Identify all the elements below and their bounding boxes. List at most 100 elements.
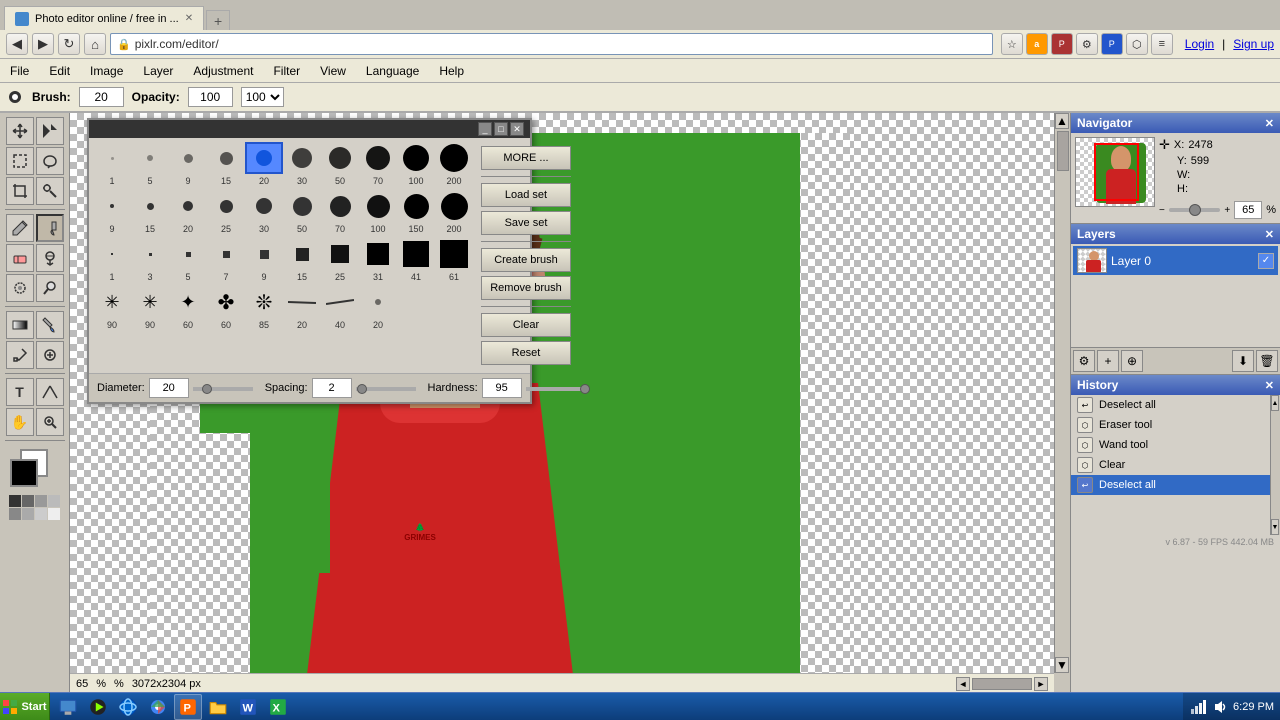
- history-scroll-up[interactable]: ▲: [1271, 395, 1279, 411]
- create-brush-button[interactable]: Create brush: [481, 248, 571, 272]
- brush-popup-maximize[interactable]: □: [494, 122, 508, 136]
- forward-button[interactable]: ▶: [32, 33, 54, 55]
- brush-popup-close[interactable]: ✕: [510, 122, 524, 136]
- history-item-clear[interactable]: ⬡ Clear: [1071, 455, 1280, 475]
- history-item-wand[interactable]: ⬡ Wand tool: [1071, 435, 1280, 455]
- brush-cell-hard-200[interactable]: [435, 190, 473, 222]
- menu-edit[interactable]: Edit: [39, 62, 80, 80]
- brush-cell-5[interactable]: [131, 142, 169, 174]
- brush-cell-hard-9[interactable]: [93, 190, 131, 222]
- tab-close-button[interactable]: ✕: [185, 13, 193, 24]
- brush-cell-hard-20[interactable]: [169, 190, 207, 222]
- brush-button[interactable]: [36, 214, 64, 242]
- brush-cell-15[interactable]: [207, 142, 245, 174]
- menu-language[interactable]: Language: [356, 62, 429, 80]
- spacing-input[interactable]: [312, 378, 352, 398]
- brush-cell-hard-100[interactable]: [359, 190, 397, 222]
- taskbar-pixlr-active[interactable]: P: [174, 694, 202, 720]
- brush-popup-minimize[interactable]: _: [478, 122, 492, 136]
- menu-adjustment[interactable]: Adjustment: [183, 62, 263, 80]
- taskbar-chrome[interactable]: [144, 694, 172, 720]
- brush-cell-star1[interactable]: ✳: [93, 286, 131, 318]
- zoom-tool-button[interactable]: [36, 408, 64, 436]
- eraser-button[interactable]: [6, 244, 34, 272]
- tray-volume-icon[interactable]: [1211, 698, 1229, 716]
- tray-time[interactable]: 6:29 PM: [1233, 701, 1274, 713]
- menu-layer[interactable]: Layer: [133, 62, 183, 80]
- ext4-button[interactable]: ⬡: [1126, 33, 1148, 55]
- brush-cell-sq-7[interactable]: [207, 238, 245, 270]
- layer-settings-button[interactable]: ⚙: [1073, 350, 1095, 372]
- vertical-scrollbar[interactable]: ▲ ▼: [1054, 113, 1070, 673]
- gradient-button[interactable]: [6, 311, 34, 339]
- taskbar-ie[interactable]: [114, 694, 142, 720]
- brush-size-input[interactable]: 20: [79, 87, 124, 107]
- brush-cell-hard-70[interactable]: [321, 190, 359, 222]
- wand-button[interactable]: [36, 177, 64, 205]
- brush-cell-50[interactable]: [321, 142, 359, 174]
- heal-button[interactable]: [36, 341, 64, 369]
- zoom-plus[interactable]: +: [1224, 205, 1230, 216]
- load-set-button[interactable]: Load set: [481, 183, 571, 207]
- pattern-cell[interactable]: [35, 508, 47, 520]
- menu-help[interactable]: Help: [429, 62, 474, 80]
- brush-cell-sq-61[interactable]: [435, 238, 473, 270]
- clone-stamp-button[interactable]: [36, 244, 64, 272]
- opacity-input[interactable]: [188, 87, 233, 107]
- diameter-slider-thumb[interactable]: [202, 384, 212, 394]
- brush-cell-sq-41[interactable]: [397, 238, 435, 270]
- brush-cell-star2[interactable]: ✳: [131, 286, 169, 318]
- brush-cell-line2[interactable]: [321, 286, 359, 318]
- brush-cell-sq-15[interactable]: [283, 238, 321, 270]
- more-button[interactable]: MORE ...: [481, 146, 571, 170]
- brush-cell-hard-50[interactable]: [283, 190, 321, 222]
- ext1-button[interactable]: P: [1051, 33, 1073, 55]
- back-button[interactable]: ◀: [6, 33, 28, 55]
- brush-cell-sq-9[interactable]: [245, 238, 283, 270]
- spacing-slider-thumb[interactable]: [357, 384, 367, 394]
- brush-cell-20[interactable]: [245, 142, 283, 174]
- shape-button[interactable]: [36, 378, 64, 406]
- brush-cell-star4[interactable]: ✤: [207, 286, 245, 318]
- brush-cell-30[interactable]: [283, 142, 321, 174]
- zoom-input[interactable]: [1234, 201, 1262, 219]
- brush-cell-hard-30[interactable]: [245, 190, 283, 222]
- active-tab[interactable]: Photo editor online / free in ... ✕: [4, 6, 204, 30]
- address-bar[interactable]: 🔒 pixlr.com/editor/: [110, 33, 993, 55]
- history-item-deselect-all-1[interactable]: ↩ Deselect all: [1071, 395, 1280, 415]
- taskbar-winamp[interactable]: [84, 694, 112, 720]
- history-close-button[interactable]: ✕: [1265, 379, 1274, 392]
- brush-cell-sq-31[interactable]: [359, 238, 397, 270]
- hardness-input[interactable]: [482, 378, 522, 398]
- tray-network-icon[interactable]: [1189, 698, 1207, 716]
- eyedropper-button[interactable]: [6, 341, 34, 369]
- selection-tool-button[interactable]: [36, 117, 64, 145]
- layer-visibility-check[interactable]: ✓: [1258, 253, 1274, 269]
- lasso-button[interactable]: [36, 147, 64, 175]
- spacing-slider[interactable]: [356, 387, 416, 391]
- login-link[interactable]: Login: [1185, 37, 1214, 51]
- navigator-close-button[interactable]: ✕: [1265, 117, 1274, 130]
- rectangle-marquee-button[interactable]: [6, 147, 34, 175]
- layer-merge-down-button[interactable]: ⬇: [1232, 350, 1254, 372]
- scroll-thumb-v[interactable]: [1057, 131, 1069, 171]
- brush-cell-sq-1[interactable]: [93, 238, 131, 270]
- ext5-button[interactable]: ≡: [1151, 33, 1173, 55]
- pattern-cell[interactable]: [22, 508, 34, 520]
- blur-button[interactable]: [6, 274, 34, 302]
- pattern-cell[interactable]: [35, 495, 47, 507]
- opacity-dropdown[interactable]: 100: [241, 87, 284, 107]
- pattern-cell[interactable]: [9, 495, 21, 507]
- scroll-right-button[interactable]: ►: [1034, 677, 1048, 691]
- history-scroll-down[interactable]: ▼: [1271, 519, 1279, 535]
- navigator-thumbnail[interactable]: [1075, 137, 1155, 207]
- brush-cell-hard-150[interactable]: [397, 190, 435, 222]
- layer-copy-button[interactable]: ⊕: [1121, 350, 1143, 372]
- new-tab-button[interactable]: +: [206, 10, 230, 30]
- bookmark-star-button[interactable]: ☆: [1001, 33, 1023, 55]
- zoom-minus[interactable]: −: [1159, 205, 1165, 216]
- hardness-slider[interactable]: [526, 387, 586, 391]
- menu-filter[interactable]: Filter: [263, 62, 310, 80]
- brush-cell-1[interactable]: [93, 142, 131, 174]
- brush-cell-200[interactable]: [435, 142, 473, 174]
